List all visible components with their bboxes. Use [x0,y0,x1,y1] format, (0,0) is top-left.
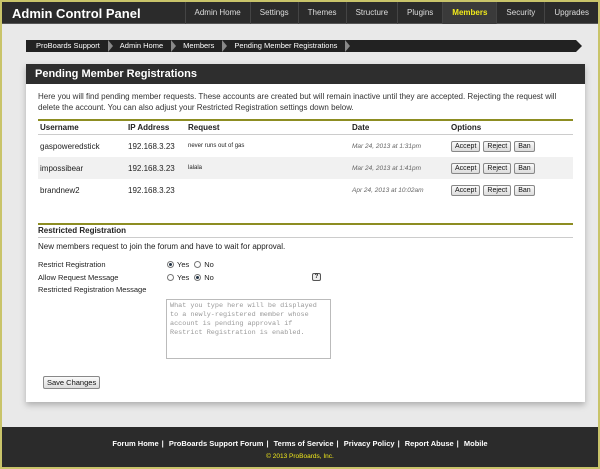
top-bar: Admin Control Panel Admin Home Settings … [2,2,598,24]
nav-plugins[interactable]: Plugins [397,2,442,24]
reject-button[interactable]: Reject [483,184,512,196]
nav-upgrades[interactable]: Upgrades [544,2,598,24]
reject-button[interactable]: Reject [483,140,512,152]
footer-links: Forum Home | ProBoards Support Forum | Ter… [112,439,488,448]
restricted-message-textarea[interactable]: What you type here will be displayed to … [166,299,331,359]
panel-title: Pending Member Registrations [26,64,585,84]
header-ip: IP Address [128,123,170,132]
app-title: Admin Control Panel [12,6,141,21]
footer-link-forum-home[interactable]: Forum Home [112,439,158,448]
cell-request: lalala [188,165,203,171]
cell-date: Mar 24, 2013 at 1:41pm [352,164,422,172]
app-frame: Admin Control Panel Admin Home Settings … [0,0,600,469]
header-date: Date [352,123,370,132]
accept-button[interactable]: Accept [451,162,481,174]
top-nav: Admin Home Settings Themes Structure Plu… [184,2,599,24]
restricted-registration-section: Restricted Registration New members requ… [38,223,573,294]
cell-username: brandnew2 [40,185,80,195]
option-label: No [204,260,214,269]
restricted-heading: Restricted Registration [38,225,573,238]
option-label: No [204,273,214,282]
breadcrumb-end-arrow-icon [576,40,582,52]
header-options: Options [451,123,482,132]
restrict-no-option[interactable]: No [194,260,214,269]
footer: Forum Home | ProBoards Support Forum | Ter… [2,427,598,467]
cell-date: Apr 24, 2013 at 10:02am [352,186,424,194]
restricted-message-label: Restricted Registration Message [38,285,147,294]
breadcrumb: ProBoards Support Admin Home Members Pen… [26,40,582,52]
cell-ip: 192.168.3.23 [128,141,175,151]
restrict-registration-setting: Restrict Registration Yes No [38,260,573,269]
header-request: Request [188,123,220,132]
table-header: Username IP Address Request Date Options [38,121,573,135]
breadcrumb-separator-icon [345,40,351,52]
cell-request: never runs out of gas [188,143,245,149]
pending-requests-table: Username IP Address Request Date Options… [38,119,573,201]
cell-username: impossibear [40,163,84,173]
panel-body: Here you will find pending member reques… [26,84,585,294]
radio-selected-icon[interactable] [167,261,174,268]
restrict-yes-option[interactable]: Yes [167,260,189,269]
cell-options: Accept Reject Ban [451,162,573,174]
breadcrumb-item-pending-registrations[interactable]: Pending Member Registrations [224,40,351,52]
cell-ip: 192.168.3.23 [128,185,175,195]
footer-link-privacy[interactable]: Privacy Policy [344,439,395,448]
allow-yes-option[interactable]: Yes [167,273,189,282]
breadcrumb-label: Admin Home [119,41,164,50]
radio-icon[interactable] [194,261,202,268]
copyright: © 2013 ProBoards, Inc. [266,453,334,460]
nav-settings[interactable]: Settings [249,2,298,24]
nav-admin-home[interactable]: Admin Home [184,2,250,24]
allow-request-message-setting: Allow Request Message Yes No [38,273,573,282]
breadcrumb-item-proboards-support[interactable]: ProBoards Support [26,40,113,52]
header-username: Username [40,123,79,132]
footer-link-terms[interactable]: Terms of Service [274,439,334,448]
ban-button[interactable]: Ban [514,140,535,152]
breadcrumb-label: Members [183,41,215,50]
radio-icon[interactable] [167,274,174,281]
help-icon[interactable]: ? [312,273,321,281]
breadcrumb-label: ProBoards Support [36,41,100,50]
table-row: brandnew2 192.168.3.23 Apr 24, 2013 at 1… [38,179,573,201]
pending-registrations-panel: Pending Member Registrations Here you wi… [26,64,585,402]
radio-selected-icon[interactable] [194,274,202,281]
table-row: gaspoweredstick 192.168.3.23 never runs … [38,135,573,157]
footer-link-report-abuse[interactable]: Report Abuse [405,439,454,448]
option-label: Yes [177,260,190,269]
cell-options: Accept Reject Ban [451,184,573,196]
allow-request-message-label: Allow Request Message [38,273,119,282]
option-label: Yes [177,273,190,282]
footer-link-support-forum[interactable]: ProBoards Support Forum [169,439,264,448]
nav-security[interactable]: Security [496,2,544,24]
breadcrumb-label: Pending Member Registrations [234,41,338,50]
ban-button[interactable]: Ban [514,184,535,196]
breadcrumb-item-members[interactable]: Members [173,40,228,52]
accept-button[interactable]: Accept [451,184,481,196]
breadcrumb-item-admin-home[interactable]: Admin Home [110,40,177,52]
ban-button[interactable]: Ban [514,162,535,174]
intro-text: Here you will find pending member reques… [38,92,557,112]
save-changes-button[interactable]: Save Changes [43,376,101,389]
cell-username: gaspoweredstick [40,141,100,151]
nav-members[interactable]: Members [442,2,497,24]
cell-date: Mar 24, 2013 at 1:31pm [352,142,422,150]
message-setting: Restricted Registration Message [38,285,573,294]
restricted-description: New members request to join the forum an… [38,242,286,251]
nav-structure[interactable]: Structure [345,2,397,24]
table-row: impossibear 192.168.3.23 lalala Mar 24, … [38,157,573,179]
footer-link-mobile[interactable]: Mobile [464,439,488,448]
reject-button[interactable]: Reject [483,162,512,174]
cell-ip: 192.168.3.23 [128,163,175,173]
allow-no-option[interactable]: No [194,273,214,282]
cell-options: Accept Reject Ban [451,140,573,152]
restrict-registration-label: Restrict Registration [38,260,106,269]
nav-themes[interactable]: Themes [297,2,346,24]
accept-button[interactable]: Accept [451,140,481,152]
